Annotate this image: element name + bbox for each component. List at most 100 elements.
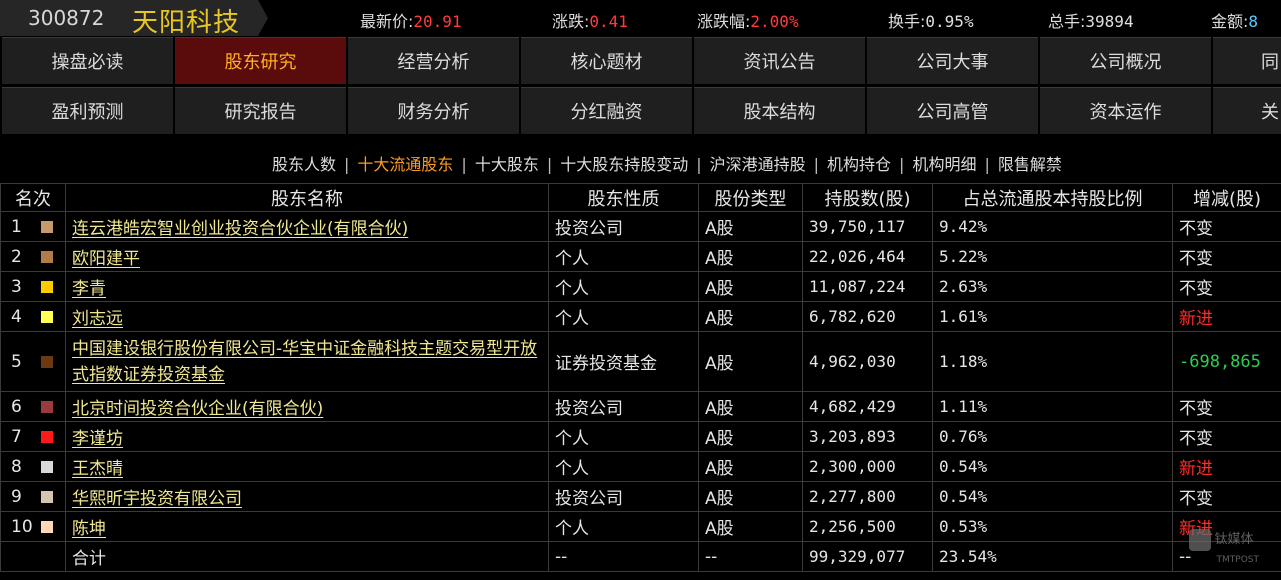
shares-cell: 39,750,117 <box>802 211 933 242</box>
rank-cell: 3 <box>0 271 66 302</box>
table-row: 5 中国建设银行股份有限公司-华宝中证金融科技主题交易型开放式指数证券投资基金 证券… <box>0 331 1281 392</box>
col-shares: 持股数(股) <box>802 183 933 212</box>
nature-cell: 个人 <box>548 271 699 302</box>
shares-cell: 2,300,000 <box>802 451 933 482</box>
rank-cell: 4 <box>0 301 66 332</box>
tab-research-report[interactable]: 研究报告 <box>175 87 346 134</box>
rank-number: 10 <box>11 516 33 537</box>
rank-number: 5 <box>11 351 22 372</box>
tab-events[interactable]: 公司大事 <box>867 37 1038 84</box>
subnav-top10[interactable]: 十大股东 <box>475 151 539 175</box>
ratio-cell: 2.63% <box>932 271 1173 302</box>
stock-name: 天阳科技 <box>132 8 241 36</box>
rank-number: 8 <box>11 456 22 477</box>
tab-core-theme[interactable]: 核心题材 <box>521 37 692 84</box>
change-cell: -698,865 <box>1172 331 1281 392</box>
color-swatch-icon <box>41 520 53 533</box>
tab-business-analysis[interactable]: 经营分析 <box>348 37 519 84</box>
table-row: 6 北京时间投资合伙企业(有限合伙) 投资公司 A股 4,682,429 1.11% 不变 <box>0 391 1281 422</box>
rank-cell: 9 <box>0 481 66 512</box>
quote-change-pct: 涨跌幅:2.00% <box>697 12 799 31</box>
holder-name-link[interactable]: 李谨坊 <box>72 429 123 449</box>
holder-name-cell: 中国建设银行股份有限公司-华宝中证金融科技主题交易型开放式指数证券投资基金 <box>65 331 549 392</box>
subnav-top10-float[interactable]: 十大流通股东 <box>357 151 453 175</box>
nature-cell: 个人 <box>548 301 699 332</box>
holder-name-link[interactable]: 中国建设银行股份有限公司-华宝中证金融科技主题交易型开放式指数证券投资基金 <box>72 339 537 385</box>
rank-cell: 5 <box>0 331 66 392</box>
tab-financial-analysis[interactable]: 财务分析 <box>348 87 519 134</box>
table-total-row: 合计 -- -- 99,329,077 23.54% -- <box>0 541 1281 572</box>
holder-name-link[interactable]: 华熙昕宇投资有限公司 <box>72 489 242 509</box>
change-cell: 不变 <box>1172 271 1281 302</box>
holder-name-link[interactable]: 陈坤 <box>72 519 106 539</box>
nature-cell: 个人 <box>548 421 699 452</box>
total-shares-cell: 99,329,077 <box>802 541 933 572</box>
total-label-cell: 合计 <box>65 541 549 572</box>
tab-peer[interactable]: 同 <box>1213 37 1281 84</box>
holder-name-link[interactable]: 连云港皓宏智业创业投资合伙企业(有限合伙) <box>72 219 408 239</box>
share-type-cell: A股 <box>698 481 803 512</box>
table-header-row: 名次 股东名称 股东性质 股份类型 持股数(股) 占总流通股本持股比例 增减(股… <box>0 183 1281 212</box>
col-holder-name: 股东名称 <box>65 183 549 212</box>
tab-dividend[interactable]: 分红融资 <box>521 87 692 134</box>
change-cell: 新进 <box>1172 301 1281 332</box>
rank-cell: 2 <box>0 241 66 272</box>
nature-cell: 个人 <box>548 241 699 272</box>
holder-name-cell: 李青 <box>65 271 549 302</box>
holder-name-cell: 王杰晴 <box>65 451 549 482</box>
rank-cell: 10 <box>0 511 66 542</box>
change-cell: 不变 <box>1172 211 1281 242</box>
share-type-cell: A股 <box>698 331 803 392</box>
rank-number: 7 <box>11 426 22 447</box>
rank-cell: 7 <box>0 421 66 452</box>
subnav-inst-detail[interactable]: 机构明细 <box>912 151 976 175</box>
tab-profit-forecast[interactable]: 盈利预测 <box>2 87 173 134</box>
col-rank: 名次 <box>0 183 66 212</box>
shareholder-table: 名次 股东名称 股东性质 股份类型 持股数(股) 占总流通股本持股比例 增减(股… <box>0 183 1281 572</box>
tab-capital-structure[interactable]: 股本结构 <box>694 87 865 134</box>
holder-name-cell: 李谨坊 <box>65 421 549 452</box>
share-type-cell: A股 <box>698 301 803 332</box>
tab-company-overview[interactable]: 公司概况 <box>1040 37 1211 84</box>
quote-volume: 总手:39894 <box>1048 12 1134 31</box>
ratio-cell: 0.76% <box>932 421 1173 452</box>
nature-cell: 证券投资基金 <box>548 331 699 392</box>
holder-name-cell: 连云港皓宏智业创业投资合伙企业(有限合伙) <box>65 211 549 242</box>
tab-shareholder-research[interactable]: 股东研究 <box>175 37 346 84</box>
col-change: 增减(股) <box>1172 183 1281 212</box>
rank-number: 6 <box>11 396 22 417</box>
color-swatch-icon <box>41 355 53 368</box>
holder-name-cell: 陈坤 <box>65 511 549 542</box>
rank-cell: 1 <box>0 211 66 242</box>
nav-row-2: 盈利预测 研究报告 财务分析 分红融资 股本结构 公司高管 资本运作 关 <box>0 87 1281 136</box>
subnav-lockup[interactable]: 限售解禁 <box>998 151 1062 175</box>
quote-amount: 金额:8 <box>1211 12 1259 31</box>
rank-number: 2 <box>11 246 22 267</box>
shares-cell: 6,782,620 <box>802 301 933 332</box>
table-row: 3 李青 个人 A股 11,087,224 2.63% 不变 <box>0 271 1281 302</box>
tab-caopan[interactable]: 操盘必读 <box>2 37 173 84</box>
holder-name-cell: 刘志远 <box>65 301 549 332</box>
tab-executives[interactable]: 公司高管 <box>867 87 1038 134</box>
subnav-holder-count[interactable]: 股东人数 <box>272 151 336 175</box>
total-type-cell: -- <box>698 541 803 572</box>
stock-code: 300872 <box>28 6 105 30</box>
holder-name-link[interactable]: 刘志远 <box>72 309 123 329</box>
color-swatch-icon <box>41 430 53 443</box>
shares-cell: 3,203,893 <box>802 421 933 452</box>
holder-name-link[interactable]: 王杰晴 <box>72 459 123 479</box>
tab-related[interactable]: 关 <box>1213 87 1281 134</box>
ratio-cell: 5.22% <box>932 241 1173 272</box>
tab-news[interactable]: 资讯公告 <box>694 37 865 84</box>
share-type-cell: A股 <box>698 511 803 542</box>
holder-name-link[interactable]: 北京时间投资合伙企业(有限合伙) <box>72 399 323 419</box>
subnav-hk-connect[interactable]: 沪深港通持股 <box>710 151 806 175</box>
tab-capital-ops[interactable]: 资本运作 <box>1040 87 1211 134</box>
holder-name-link[interactable]: 欧阳建平 <box>72 249 140 269</box>
subnav-top10-change[interactable]: 十大股东持股变动 <box>560 151 688 175</box>
holder-name-link[interactable]: 李青 <box>72 279 106 299</box>
subnav-inst-holding[interactable]: 机构持仓 <box>827 151 891 175</box>
shares-cell: 4,682,429 <box>802 391 933 422</box>
col-nature: 股东性质 <box>548 183 699 212</box>
shares-cell: 4,962,030 <box>802 331 933 392</box>
